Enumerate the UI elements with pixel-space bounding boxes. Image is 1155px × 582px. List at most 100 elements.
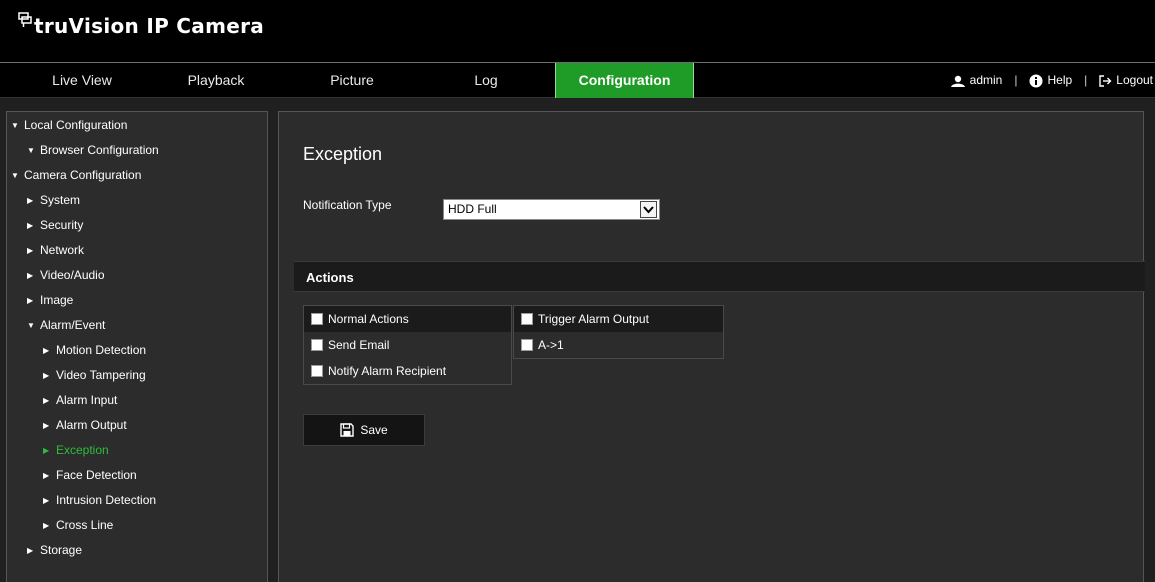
trigger-alarm-output-row[interactable]: Trigger Alarm Output xyxy=(514,306,723,332)
tree-label: Video Tampering xyxy=(56,368,146,382)
tree-alarm-output[interactable]: ▶ Alarm Output xyxy=(43,414,127,436)
exception-panel: Exception Notification Type HDD Full Act… xyxy=(278,111,1145,582)
separator: | xyxy=(1084,73,1088,87)
collapse-arrow-icon: ▶ xyxy=(43,346,50,355)
save-icon xyxy=(340,423,355,437)
tree-motion-detection[interactable]: ▶ Motion Detection xyxy=(43,339,146,361)
tree-label: Network xyxy=(40,243,85,257)
trigger-alarm-output-checkbox[interactable] xyxy=(521,313,533,325)
brand-title: truVision IP Camera xyxy=(34,14,265,38)
tree-browser-configuration[interactable]: ▼ Browser Configuration xyxy=(27,139,159,161)
alarm-output-a1-checkbox[interactable] xyxy=(521,339,533,351)
tree-label: Motion Detection xyxy=(56,343,147,357)
collapse-arrow-icon: ▶ xyxy=(27,271,34,280)
tree-exception[interactable]: ▶ Exception xyxy=(43,439,109,461)
expand-arrow-icon: ▼ xyxy=(11,121,19,130)
actions-title: Actions xyxy=(306,270,354,285)
collapse-arrow-icon: ▶ xyxy=(43,521,50,530)
normal-actions-checkbox-row[interactable]: Normal Actions xyxy=(304,306,511,332)
notification-type-label: Notification Type xyxy=(303,198,392,212)
tree-local-configuration[interactable]: ▼ Local Configuration xyxy=(11,114,127,136)
alarm-output-a1-row[interactable]: A->1 xyxy=(514,332,723,358)
page-title: Exception xyxy=(303,144,383,164)
tree-label: Alarm Output xyxy=(56,418,127,432)
tab-log[interactable]: Log xyxy=(458,63,514,98)
user-icon xyxy=(950,75,965,87)
brand-logo: truVision IP Camera xyxy=(18,12,265,38)
notify-alarm-recipient-label: Notify Alarm Recipient xyxy=(328,364,447,378)
logout-icon xyxy=(1099,74,1112,87)
info-icon xyxy=(1029,74,1043,87)
normal-actions-label: Normal Actions xyxy=(328,312,409,326)
logout-link[interactable]: Logout xyxy=(1099,64,1153,97)
tree-label: System xyxy=(40,193,81,207)
tree-label: Alarm Input xyxy=(56,393,118,407)
network-logo-icon xyxy=(18,12,32,27)
logout-label: Logout xyxy=(1116,73,1153,87)
config-sidebar: ▼ Local Configuration ▼ Browser Configurat… xyxy=(6,111,268,582)
collapse-arrow-icon: ▶ xyxy=(27,221,34,230)
tree-label: Storage xyxy=(40,543,83,557)
tree-storage[interactable]: ▶ Storage xyxy=(27,539,82,561)
actions-section-header: Actions xyxy=(294,261,1145,292)
help-link[interactable]: Help xyxy=(1029,64,1072,97)
tree-label: Camera Configuration xyxy=(24,168,142,182)
tree-label: Local Configuration xyxy=(24,118,128,132)
tree-label: Intrusion Detection xyxy=(56,493,157,507)
collapse-arrow-icon: ▶ xyxy=(43,396,50,405)
trigger-alarm-output-label: Trigger Alarm Output xyxy=(538,312,649,326)
tree-label: Alarm/Event xyxy=(40,318,106,332)
collapse-arrow-icon: ▶ xyxy=(27,296,34,305)
top-navigation: Live View Playback Picture Log Configura… xyxy=(0,62,1155,98)
tree-network[interactable]: ▶ Network xyxy=(27,239,84,261)
collapse-arrow-icon: ▶ xyxy=(27,246,34,255)
tab-configuration[interactable]: Configuration xyxy=(555,63,694,98)
tree-alarm-input[interactable]: ▶ Alarm Input xyxy=(43,389,117,411)
separator: | xyxy=(1014,73,1018,87)
tree-system[interactable]: ▶ System xyxy=(27,189,80,211)
chevron-down-icon xyxy=(640,201,657,218)
alarm-output-a1-label: A->1 xyxy=(538,338,564,352)
tab-live-view[interactable]: Live View xyxy=(42,63,122,98)
workspace: ▼ Local Configuration ▼ Browser Configurat… xyxy=(0,98,1155,582)
collapse-arrow-icon: ▶ xyxy=(43,471,50,480)
send-email-row[interactable]: Send Email xyxy=(304,332,511,358)
collapse-arrow-icon: ▶ xyxy=(43,421,50,430)
collapse-arrow-icon: ▶ xyxy=(27,546,34,555)
save-label: Save xyxy=(360,423,388,437)
tree-label: Video/Audio xyxy=(40,268,105,282)
tree-security[interactable]: ▶ Security xyxy=(27,214,83,236)
user-area: admin | Help | Logout xyxy=(950,63,1155,98)
notify-alarm-recipient-checkbox[interactable] xyxy=(311,365,323,377)
tree-alarm-event[interactable]: ▼ Alarm/Event xyxy=(27,314,105,336)
tree-cross-line[interactable]: ▶ Cross Line xyxy=(43,514,113,536)
tree-label: Security xyxy=(40,218,84,232)
normal-actions-checkbox[interactable] xyxy=(311,313,323,325)
username: admin xyxy=(969,73,1003,87)
tree-video-tampering[interactable]: ▶ Video Tampering xyxy=(43,364,146,386)
user-menu[interactable]: admin xyxy=(950,64,1003,97)
tree-label: Image xyxy=(40,293,74,307)
notification-type-select[interactable]: HDD Full xyxy=(443,199,660,220)
notification-type-value: HDD Full xyxy=(448,202,497,216)
tree-label: Browser Configuration xyxy=(40,143,159,157)
collapse-arrow-icon: ▶ xyxy=(43,496,50,505)
notify-alarm-recipient-row[interactable]: Notify Alarm Recipient xyxy=(304,358,511,384)
expand-arrow-icon: ▼ xyxy=(27,146,35,155)
tree-camera-configuration[interactable]: ▼ Camera Configuration xyxy=(11,164,141,186)
tab-picture[interactable]: Picture xyxy=(312,63,392,98)
send-email-checkbox[interactable] xyxy=(311,339,323,351)
tree-label: Face Detection xyxy=(56,468,137,482)
tree-face-detection[interactable]: ▶ Face Detection xyxy=(43,464,137,486)
tree-image[interactable]: ▶ Image xyxy=(27,289,73,311)
tree-video-audio[interactable]: ▶ Video/Audio xyxy=(27,264,105,286)
expand-arrow-icon: ▼ xyxy=(27,321,35,330)
tree-intrusion-detection[interactable]: ▶ Intrusion Detection xyxy=(43,489,156,511)
save-button[interactable]: Save xyxy=(303,414,425,446)
collapse-arrow-icon: ▶ xyxy=(27,196,34,205)
send-email-label: Send Email xyxy=(328,338,390,352)
brand-header: truVision IP Camera xyxy=(0,0,1155,62)
expand-arrow-icon: ▼ xyxy=(11,171,19,180)
tab-playback[interactable]: Playback xyxy=(176,63,256,98)
tree-label: Cross Line xyxy=(56,518,114,532)
